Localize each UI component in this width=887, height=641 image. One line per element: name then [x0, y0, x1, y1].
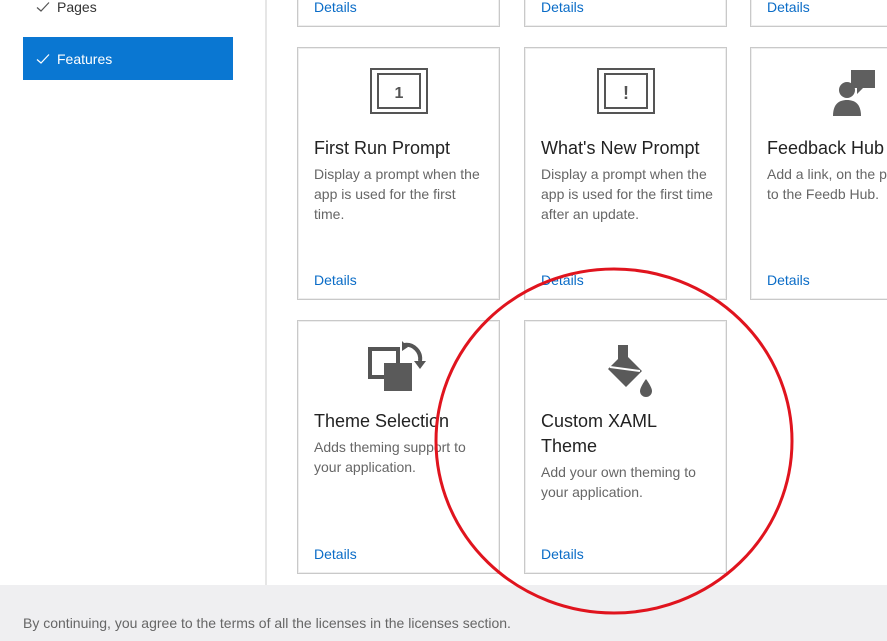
first-run-prompt-icon: 1: [298, 68, 499, 114]
card-description: Display a prompt when the app is used fo…: [541, 166, 713, 222]
license-notice: By continuing, you agree to the terms of…: [23, 615, 511, 631]
nav-item-label: Pages: [57, 0, 97, 15]
check-icon: [36, 53, 50, 64]
card-title: Feedback Hub: [767, 138, 885, 158]
nav-item-label: Features: [57, 50, 113, 67]
details-link[interactable]: Details: [314, 0, 357, 15]
feature-card-top-1: Details: [297, 0, 500, 27]
feature-card-top-2: Details: [524, 0, 727, 27]
details-link[interactable]: Details: [541, 546, 584, 562]
whats-new-prompt-icon: !: [525, 68, 726, 114]
feature-card-theme-selection[interactable]: Theme Selection Adds theming support to …: [297, 320, 500, 574]
card-title: Custom XAML Theme: [541, 411, 657, 456]
check-icon: [36, 1, 50, 12]
feature-card-whats-new-prompt[interactable]: ! What's New Prompt Display a prompt whe…: [524, 47, 727, 300]
details-link[interactable]: Details: [767, 0, 810, 15]
card-title: Theme Selection: [314, 411, 450, 431]
card-description: Add your own theming to your application…: [541, 464, 696, 500]
prompt-glyph: !: [623, 83, 629, 103]
feature-card-first-run-prompt[interactable]: 1 First Run Prompt Display a prompt when…: [297, 47, 500, 300]
sidebar-divider: [265, 0, 267, 585]
details-link[interactable]: Details: [314, 546, 357, 562]
details-link[interactable]: Details: [314, 272, 357, 288]
card-description: Adds theming support to your application…: [314, 439, 466, 475]
theme-selection-icon: [298, 341, 499, 393]
feature-card-custom-xaml-theme[interactable]: Custom XAML Theme Add your own theming t…: [524, 320, 727, 574]
details-link[interactable]: Details: [541, 272, 584, 288]
details-link[interactable]: Details: [767, 272, 810, 288]
card-title: What's New Prompt: [541, 138, 700, 158]
license-footer: By continuing, you agree to the terms of…: [0, 585, 887, 641]
card-description: Display a prompt when the app is used fo…: [314, 166, 480, 222]
nav-item-pages[interactable]: Pages: [23, 0, 233, 28]
feedback-hub-icon: [831, 68, 887, 118]
feature-card-top-3: Details: [750, 0, 887, 27]
card-description: Add a link, on the page, to the Feedb Hu…: [767, 166, 887, 202]
feature-card-feedback-hub[interactable]: Feedback Hub Add a link, on the page, to…: [750, 47, 887, 300]
card-title: First Run Prompt: [314, 138, 451, 158]
details-link[interactable]: Details: [541, 0, 584, 15]
prompt-glyph: 1: [394, 85, 403, 102]
paint-bucket-icon: [525, 341, 726, 401]
nav-item-features[interactable]: Features: [23, 37, 233, 80]
